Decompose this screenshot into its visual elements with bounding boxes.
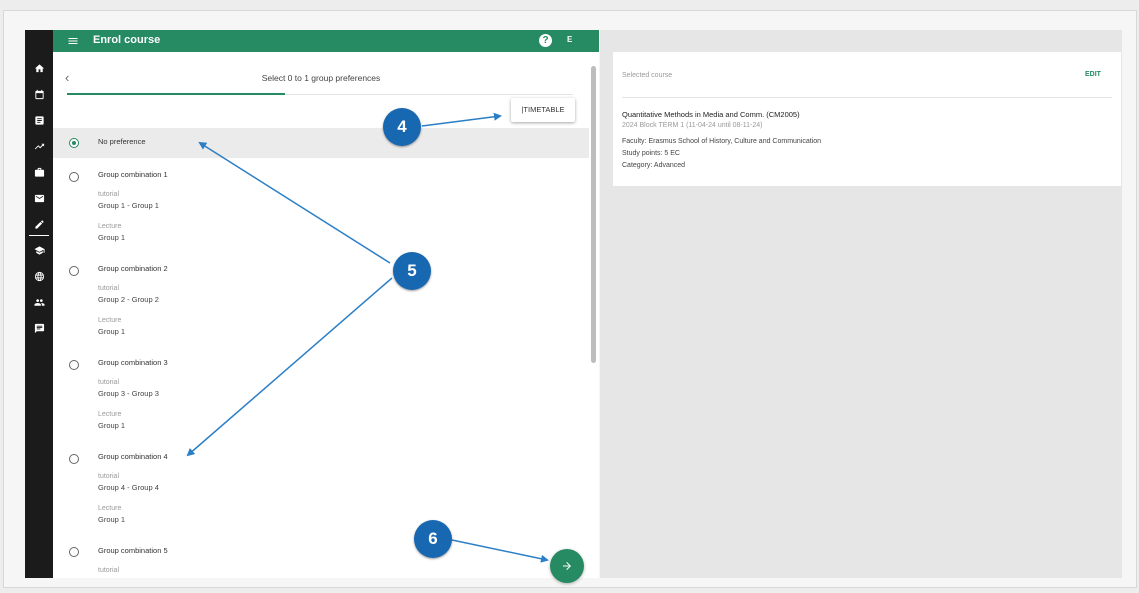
sidebar-rail: [25, 30, 53, 578]
edit-button[interactable]: EDIT: [1085, 71, 1101, 78]
tutorial-label: tutorial: [98, 285, 120, 292]
school-icon[interactable]: [25, 242, 53, 258]
callout-badge-4: 4: [383, 108, 421, 146]
tutorial-value: Group 4 - Group 4: [98, 483, 159, 492]
course-name: Quantitative Methods in Media and Comm. …: [622, 110, 800, 119]
option-label: Group combination 4: [98, 452, 168, 461]
people-icon[interactable]: [25, 294, 53, 310]
help-icon[interactable]: ?: [539, 34, 552, 47]
course-study-points: Study points: 5 EC: [622, 150, 680, 157]
tutorial-label: tutorial: [98, 473, 120, 480]
lecture-value: Group 1: [98, 327, 126, 336]
lecture-value: Group 1: [98, 233, 126, 242]
document-icon[interactable]: [25, 112, 53, 128]
briefcase-icon[interactable]: [25, 164, 53, 180]
app-header: Enrol course ? E: [53, 30, 599, 52]
callout-badge-5: 5: [393, 252, 431, 290]
scrollbar-thumb[interactable]: [591, 66, 596, 363]
tutorial-label: tutorial: [98, 567, 120, 574]
preferences-panel: ‹ Select 0 to 1 group preferences |TIMET…: [53, 52, 599, 578]
callout-badge-6: 6: [414, 520, 452, 558]
option-label: Group combination 2: [98, 264, 168, 273]
radio-button[interactable]: [69, 266, 79, 276]
edit-icon[interactable]: [25, 216, 53, 236]
course-category: Category: Advanced: [622, 162, 686, 169]
card-heading: Selected course: [622, 72, 673, 79]
chat-icon[interactable]: [25, 320, 53, 336]
selected-course-card: Selected course EDIT Quantitative Method…: [613, 52, 1121, 186]
no-preference-option[interactable]: No preference: [53, 128, 589, 158]
calendar-icon[interactable]: [25, 86, 53, 102]
course-faculty: Faculty: Erasmus School of History, Cult…: [622, 138, 822, 145]
option-label: Group combination 3: [98, 358, 168, 367]
tutorial-label: tutorial: [98, 191, 120, 198]
lecture-value: Group 1: [98, 421, 126, 430]
lecture-value: Group 1: [98, 515, 126, 524]
arrow-right-icon: [563, 562, 571, 570]
radio-button[interactable]: [69, 360, 79, 370]
option-label: Group combination 1: [98, 170, 168, 179]
course-term: 2024 Block TERM 1 (11-04-24 until 08-11-…: [622, 122, 763, 129]
hamburger-menu-icon[interactable]: [65, 33, 81, 49]
tutorial-label: tutorial: [98, 379, 120, 386]
home-icon[interactable]: [25, 60, 53, 76]
option-label: No preference: [98, 137, 146, 146]
page-title: Enrol course: [93, 34, 161, 46]
progress-fill: [67, 93, 285, 95]
lecture-label: Lecture: [98, 223, 122, 230]
lecture-label: Lecture: [98, 505, 122, 512]
next-button[interactable]: [550, 549, 584, 583]
trending-icon[interactable]: [25, 138, 53, 154]
radio-button[interactable]: [69, 172, 79, 182]
lecture-label: Lecture: [98, 317, 122, 324]
radio-button[interactable]: [69, 454, 79, 464]
option-label: Group combination 5: [98, 546, 168, 555]
radio-button-checked[interactable]: [69, 138, 79, 148]
lecture-label: Lecture: [98, 411, 122, 418]
preferences-header: Select 0 to 1 group preferences: [261, 73, 381, 83]
tutorial-value: Group 2 - Group 2: [98, 295, 159, 304]
radio-button[interactable]: [69, 547, 79, 557]
timetable-button[interactable]: |TIMETABLE: [511, 98, 575, 122]
globe-icon[interactable]: [25, 268, 53, 284]
tutorial-value: Group 3 - Group 3: [98, 389, 159, 398]
mail-icon[interactable]: [25, 190, 53, 206]
tutorial-value: Group 1 - Group 1: [98, 201, 159, 210]
user-avatar[interactable]: E: [567, 35, 572, 44]
divider: [622, 97, 1112, 98]
